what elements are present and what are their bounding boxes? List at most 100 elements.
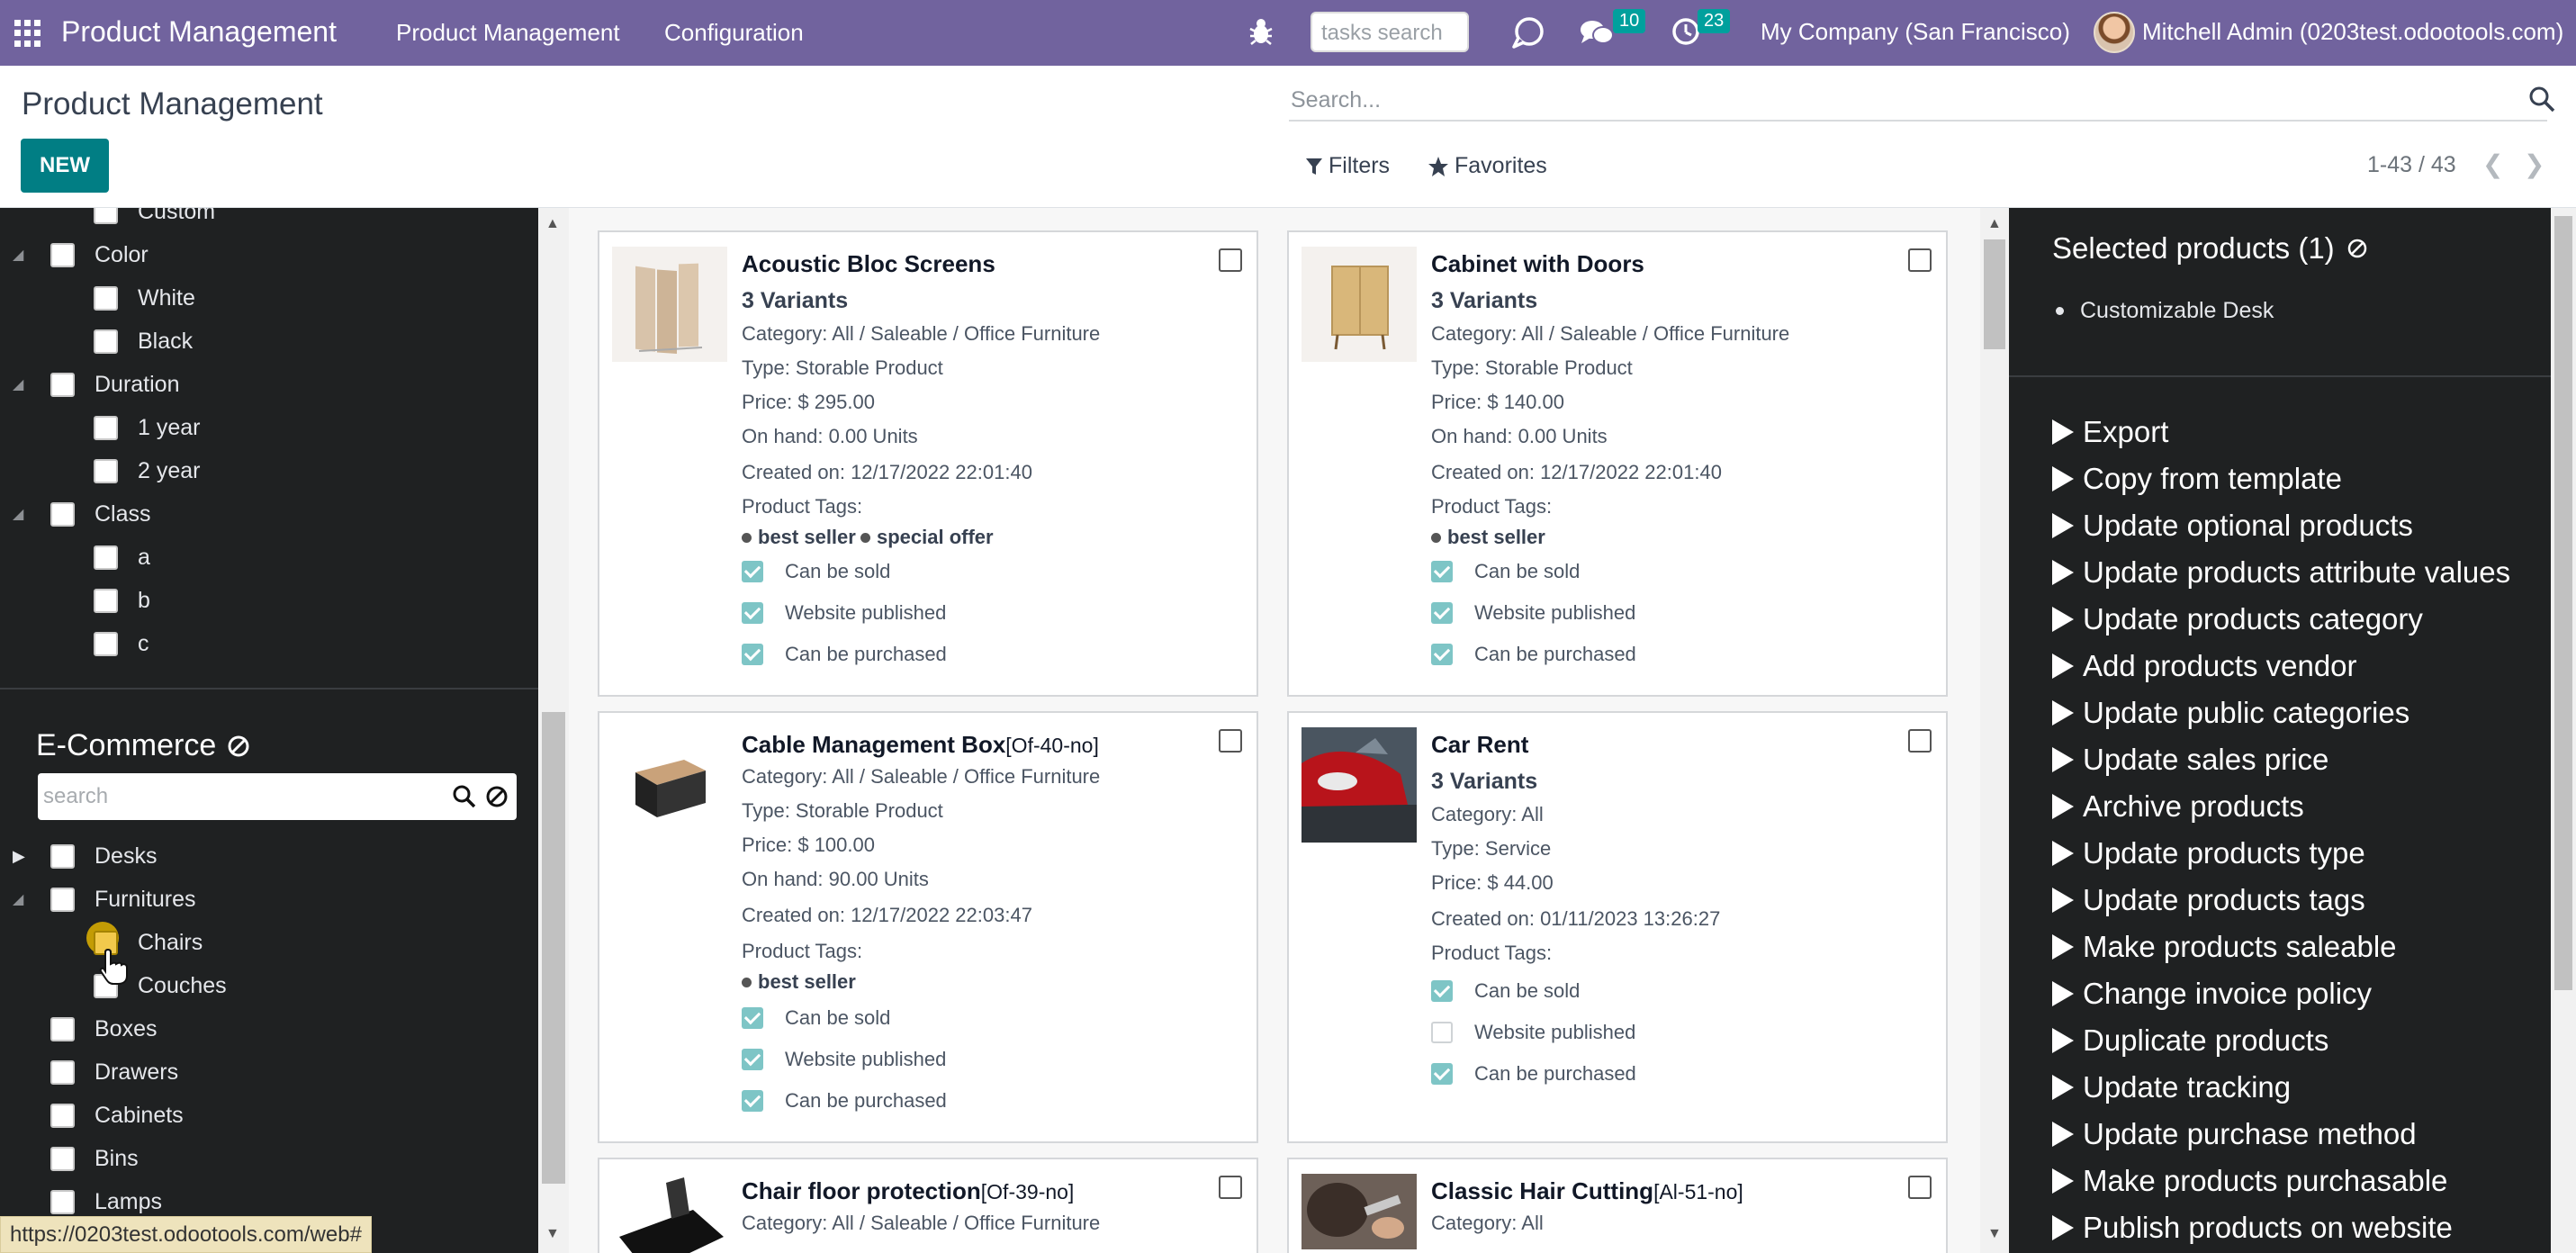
product-card[interactable]: Acoustic Bloc Screens 3 Variants Categor… [598,230,1258,697]
product-name[interactable]: Acoustic Bloc Screens [742,250,995,278]
search-icon[interactable] [2527,85,2556,113]
selected-product-item[interactable]: Customizable Desk [2056,298,2274,324]
action-add-products-vendor[interactable]: Add products vendor [2052,649,2357,683]
favorites-toggle[interactable]: Favorites [1428,153,1547,179]
product-variants[interactable]: 3 Variants [1431,769,1537,795]
sidebar-item-white[interactable]: White [94,285,195,311]
can-be-sold-field[interactable]: Can be sold [1431,979,1580,1003]
checkbox[interactable] [50,243,75,267]
action-update-sales-price[interactable]: Update sales price [2052,743,2328,777]
card-select-checkbox[interactable] [1908,1176,1932,1199]
scroll-down-arrow-icon[interactable]: ▼ [545,1226,560,1242]
menu-product-management[interactable]: Product Management [396,19,620,47]
checkbox[interactable] [50,1147,75,1171]
expand-caret-icon[interactable]: ▶ [13,847,25,866]
checkbox[interactable] [742,1007,763,1029]
sidebar-item-b[interactable]: b [94,588,150,614]
can-be-purchased-field[interactable]: Can be purchased [742,643,947,666]
collapse-caret-icon[interactable]: ◢ [13,375,23,393]
sidebar-item-lamps[interactable]: Lamps [50,1189,162,1215]
checkbox[interactable] [742,1049,763,1070]
checkbox[interactable] [742,1090,763,1112]
action-export[interactable]: Export [2052,415,2168,449]
sidebar-item-class[interactable]: Class [50,501,151,527]
checkbox[interactable] [94,208,118,224]
kanban-scrollbar-thumb[interactable] [1984,239,2005,349]
sidebar-item-boxes[interactable]: Boxes [50,1016,157,1042]
sidebar-item-black[interactable]: Black [94,329,193,355]
checkbox[interactable] [1431,980,1453,1002]
sidebar-item-a[interactable]: a [94,545,150,571]
sidebar-item-duration[interactable]: Duration [50,372,180,398]
scroll-up-arrow-icon[interactable]: ▲ [1987,216,2002,232]
activities-clock-icon[interactable] [1671,16,1701,47]
checkbox[interactable] [1431,644,1453,665]
action-update-products-tags[interactable]: Update products tags [2052,883,2365,917]
discuss-chat-icon[interactable] [1510,14,1546,50]
clear-ban-icon[interactable] [2346,237,2369,260]
checkbox[interactable] [742,602,763,624]
website-published-field[interactable]: Website published [742,601,946,625]
product-variants[interactable]: 3 Variants [742,288,848,314]
can-be-sold-field[interactable]: Can be sold [742,1006,890,1030]
clear-ban-icon[interactable] [227,735,250,758]
checkbox[interactable] [1431,561,1453,582]
checkbox[interactable] [742,644,763,665]
action-update-optional-products[interactable]: Update optional products [2052,509,2413,543]
checkbox[interactable] [1431,1022,1453,1043]
checkbox[interactable] [94,589,118,613]
sidebar-scrollbar-thumb[interactable] [542,712,565,1184]
collapse-caret-icon[interactable]: ◢ [13,505,23,523]
product-card[interactable]: Classic Hair Cutting[Al-51-no] Category:… [1287,1158,1948,1253]
card-select-checkbox[interactable] [1908,729,1932,753]
action-publish-products-on-website[interactable]: Publish products on website [2052,1211,2453,1245]
website-published-field[interactable]: Website published [1431,1021,1635,1044]
website-published-field[interactable]: Website published [742,1048,946,1071]
checkbox[interactable] [1431,602,1453,624]
kanban-scrollbar[interactable] [1980,208,2009,1253]
product-name[interactable]: Cabinet with Doors [1431,250,1644,278]
sidebar-item-furnitures[interactable]: Furnitures [50,887,196,913]
checkbox[interactable] [50,373,75,397]
action-update-products-type[interactable]: Update products type [2052,836,2365,870]
product-card[interactable]: Cabinet with Doors 3 Variants Category: … [1287,230,1948,697]
user-menu[interactable]: Mitchell Admin (0203test.odootools.com) [2142,18,2563,46]
new-button[interactable]: NEW [21,139,109,193]
action-update-attribute-values[interactable]: Update products attribute values [2052,555,2510,590]
checkbox[interactable] [50,502,75,527]
action-update-public-categories[interactable]: Update public categories [2052,696,2409,730]
collapse-caret-icon[interactable]: ◢ [13,246,23,264]
sidebar-item-2-year[interactable]: 2 year [94,458,200,484]
checkbox[interactable] [94,459,118,483]
messages-icon[interactable] [1579,18,1615,49]
app-brand[interactable]: Product Management [61,15,337,49]
card-select-checkbox[interactable] [1219,248,1242,272]
sidebar-item-c[interactable]: c [94,631,149,657]
can-be-purchased-field[interactable]: Can be purchased [1431,1062,1636,1086]
tasks-search-input[interactable]: tasks search [1311,12,1469,52]
checkbox[interactable] [50,1060,75,1085]
product-card[interactable]: Car Rent 3 Variants Category: All Type: … [1287,711,1948,1143]
sidebar-item-1-year[interactable]: 1 year [94,415,200,441]
product-card[interactable]: Cable Management Box[Of-40-no] Category:… [598,711,1258,1143]
can-be-purchased-field[interactable]: Can be purchased [742,1089,947,1113]
product-name[interactable]: Chair floor protection[Of-39-no] [742,1177,1074,1205]
card-select-checkbox[interactable] [1219,1176,1242,1199]
checkbox[interactable] [50,888,75,912]
checkbox[interactable] [94,329,118,354]
checkbox[interactable] [94,545,118,570]
action-update-tracking[interactable]: Update tracking [2052,1070,2291,1104]
apps-menu-icon[interactable] [14,20,41,47]
card-select-checkbox[interactable] [1908,248,1932,272]
product-variants[interactable]: 3 Variants [1431,288,1537,314]
checkbox[interactable] [50,1017,75,1041]
debug-bug-icon[interactable] [1247,16,1274,47]
action-duplicate-products[interactable]: Duplicate products [2052,1023,2328,1058]
product-card[interactable]: Chair floor protection[Of-39-no] Categor… [598,1158,1258,1253]
checkbox[interactable] [94,416,118,440]
action-update-purchase-method[interactable]: Update purchase method [2052,1117,2417,1151]
sidebar-item-color[interactable]: Color [50,242,149,268]
action-copy-from-template[interactable]: Copy from template [2052,462,2342,496]
can-be-sold-field[interactable]: Can be sold [742,560,890,583]
can-be-purchased-field[interactable]: Can be purchased [1431,643,1636,666]
